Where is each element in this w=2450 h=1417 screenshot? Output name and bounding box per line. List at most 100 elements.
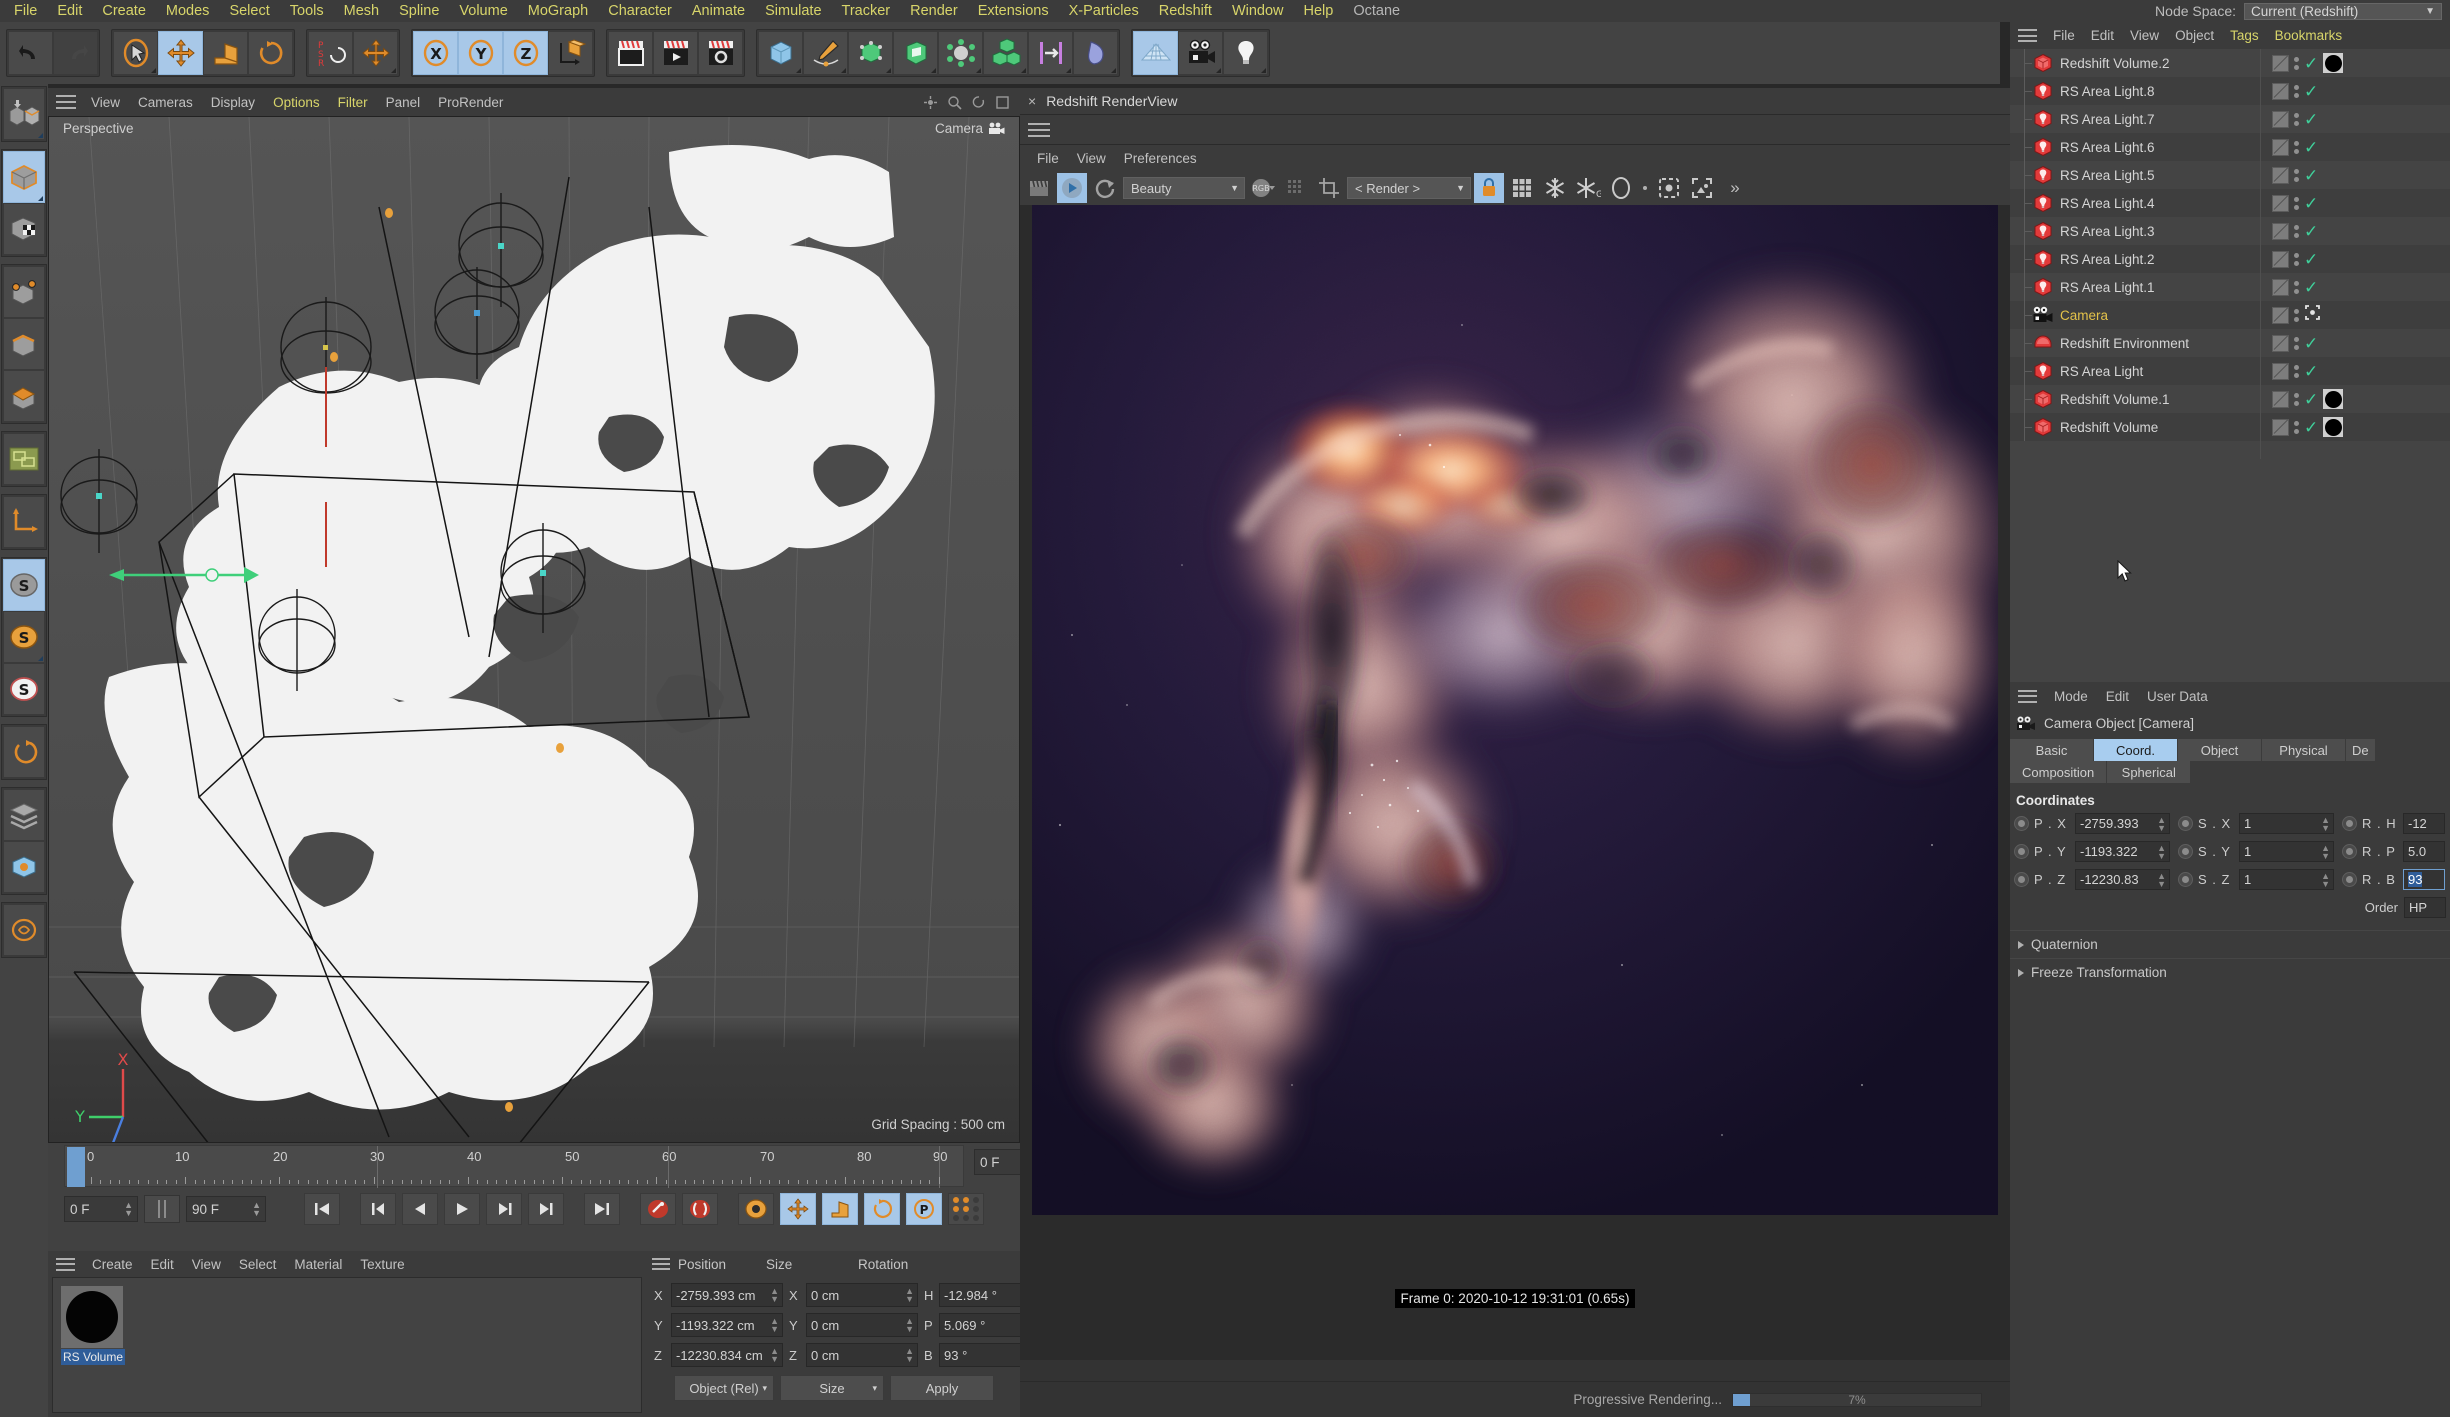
uv-mode-button[interactable] [3, 433, 45, 485]
start-render-button[interactable] [1057, 173, 1087, 203]
menu-item-spline[interactable]: Spline [389, 3, 449, 19]
hamburger-icon[interactable] [56, 1257, 75, 1271]
attr-scale-x-field[interactable]: 1 ▲ ▼ [2239, 813, 2334, 834]
play-button[interactable] [444, 1193, 480, 1225]
axis-mode-button[interactable] [3, 496, 45, 548]
object-row[interactable]: RS Area Light.1 ✓ [2010, 273, 2450, 301]
renderview-canvas[interactable]: Frame 0: 2020-10-12 19:31:01 (0.65s) [1020, 205, 2010, 1360]
world-object-axis-button[interactable] [548, 31, 593, 75]
attr-scale-z-field[interactable]: 1 ▲ ▼ [2239, 869, 2334, 890]
hamburger-icon[interactable] [2018, 29, 2037, 42]
next-frame-button[interactable] [486, 1193, 522, 1225]
rotation-b-radio[interactable] [2342, 872, 2357, 887]
rotation-h-radio[interactable] [2342, 816, 2357, 831]
menu-item-edit[interactable]: Edit [47, 3, 92, 19]
tab-coord[interactable]: Coord. [2094, 739, 2178, 761]
visibility-toggle-icon[interactable] [2272, 334, 2289, 352]
tab-object[interactable]: Object [2178, 739, 2262, 761]
visibility-toggle-icon[interactable] [2272, 138, 2289, 156]
move-tool-button[interactable] [158, 31, 203, 75]
attribute-menu-user-data[interactable]: User Data [2138, 689, 2217, 704]
visibility-toggle-icon[interactable] [2272, 362, 2289, 380]
point-level-animation-button[interactable] [948, 1193, 984, 1225]
select-tool-button[interactable] [113, 31, 158, 75]
object-menu-view[interactable]: View [2122, 28, 2167, 43]
object-row[interactable]: RS Area Light.5 ✓ [2010, 161, 2450, 189]
keyframe-selection-button[interactable] [738, 1193, 774, 1225]
viewport-menu-view[interactable]: View [82, 95, 129, 110]
enabled-check-icon[interactable]: ✓ [2304, 55, 2318, 72]
spinner-icon[interactable]: ▲▼ [2321, 871, 2330, 888]
rendered-image[interactable] [1032, 205, 1998, 1215]
target-tag-icon[interactable] [2304, 304, 2321, 326]
spinner-icon[interactable]: ▲▼ [2321, 843, 2330, 860]
attribute-menu-edit[interactable]: Edit [2097, 689, 2138, 704]
denoise-button[interactable] [1540, 173, 1570, 203]
object-row[interactable]: RS Area Light.8 ✓ [2010, 77, 2450, 105]
spinner-icon[interactable]: ▲▼ [905, 1287, 914, 1304]
enabled-check-icon[interactable]: ✓ [2304, 223, 2318, 240]
material-menu-material[interactable]: Material [285, 1257, 351, 1272]
refresh-render-button[interactable] [1090, 173, 1120, 203]
renderview-menu-view[interactable]: View [1068, 151, 1115, 166]
visibility-dots-icon[interactable] [2294, 336, 2299, 350]
lock-x-axis-button[interactable]: X [413, 31, 458, 75]
spinner-icon[interactable]: ▲▼ [905, 1347, 914, 1364]
viewport-nav-gadgets[interactable] [923, 95, 1020, 110]
object-menu-tags[interactable]: Tags [2222, 28, 2267, 43]
menu-item-character[interactable]: Character [598, 3, 682, 19]
tab-spherical[interactable]: Spherical [2107, 761, 2192, 783]
region-dropdown[interactable]: < Render > ▼ [1347, 177, 1471, 199]
render-settings-button[interactable] [698, 31, 743, 75]
rotation-p-radio[interactable] [2342, 844, 2357, 859]
object-menu-edit[interactable]: Edit [2083, 28, 2122, 43]
object-row[interactable]: RS Area Light.3 ✓ [2010, 217, 2450, 245]
channel-button[interactable]: RGB [1248, 173, 1278, 203]
spinner-icon[interactable]: ▲▼ [2321, 815, 2330, 832]
menu-item-window[interactable]: Window [1222, 3, 1294, 19]
circle-tool-button[interactable] [1606, 173, 1636, 203]
visibility-dots-icon[interactable] [2294, 196, 2299, 210]
render-sequence-button[interactable] [1024, 173, 1054, 203]
object-row[interactable]: Redshift Volume.2 ✓ [2010, 49, 2450, 77]
next-keyframe-button[interactable] [528, 1193, 564, 1225]
visibility-dots-icon[interactable] [2294, 280, 2299, 294]
visibility-toggle-icon[interactable] [2272, 222, 2289, 240]
material-tag-icon[interactable] [2323, 389, 2344, 409]
visibility-dots-icon[interactable] [2294, 392, 2299, 406]
menu-item-help[interactable]: Help [1294, 3, 1344, 19]
lock-render-button[interactable] [1474, 173, 1504, 203]
visibility-toggle-icon[interactable] [2272, 390, 2289, 408]
quaternion-fold[interactable]: Quaternion [2010, 930, 2450, 958]
undo-button[interactable] [8, 31, 53, 75]
previous-frame-button[interactable] [402, 1193, 438, 1225]
scale-y-radio[interactable] [2178, 844, 2193, 859]
texture-mode-button[interactable] [3, 203, 45, 255]
enabled-check-icon[interactable]: ✓ [2304, 419, 2318, 436]
object-row[interactable]: RS Area Light.2 ✓ [2010, 245, 2450, 273]
size-x-field[interactable]: 0 cm ▲ ▼ [806, 1283, 918, 1307]
menu-item-volume[interactable]: Volume [449, 3, 517, 19]
hamburger-icon[interactable] [652, 1258, 670, 1270]
menu-item-redshift[interactable]: Redshift [1149, 3, 1222, 19]
object-row[interactable]: RS Area Light.4 ✓ [2010, 189, 2450, 217]
position-y-radio[interactable] [2014, 844, 2029, 859]
viewport-canvas[interactable]: X Y Z Perspective Camera Grid Spacing : … [48, 116, 1020, 1143]
spinner-icon[interactable]: ▲▼ [2157, 815, 2166, 832]
viewport-menu-cameras[interactable]: Cameras [129, 95, 202, 110]
position-y-field[interactable]: -1193.322 cm ▲ ▼ [671, 1313, 783, 1337]
attribute-menu-mode[interactable]: Mode [2045, 689, 2097, 704]
object-row[interactable]: RS Area Light.7 ✓ [2010, 105, 2450, 133]
menu-item-octane[interactable]: Octane [1343, 3, 1410, 19]
position-z-radio[interactable] [2014, 872, 2029, 887]
spinner-icon[interactable]: ▲▼ [770, 1317, 779, 1334]
position-z-field[interactable]: -12230.834 cm ▲ ▼ [671, 1343, 783, 1367]
enabled-check-icon[interactable]: ✓ [2304, 139, 2318, 156]
enabled-check-icon[interactable]: ✓ [2304, 167, 2318, 184]
menu-item-mesh[interactable]: Mesh [334, 3, 389, 19]
enabled-check-icon[interactable]: ✓ [2304, 335, 2318, 352]
viewport-menu-prorender[interactable]: ProRender [429, 95, 512, 110]
menu-item-xparticles[interactable]: X-Particles [1059, 3, 1149, 19]
material-menu-select[interactable]: Select [230, 1257, 286, 1272]
visibility-dots-icon[interactable] [2294, 84, 2299, 98]
